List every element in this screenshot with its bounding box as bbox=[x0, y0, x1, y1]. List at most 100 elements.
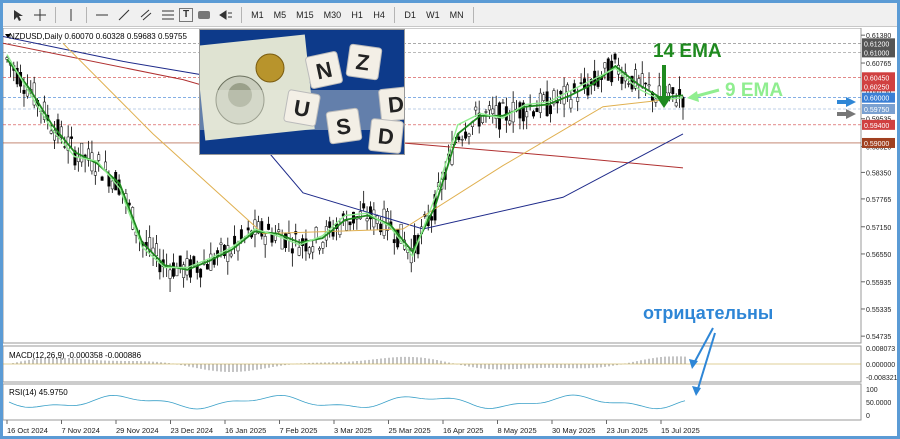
letter-tile: S bbox=[325, 107, 363, 145]
candle-body bbox=[532, 111, 535, 117]
candle-body bbox=[559, 90, 563, 95]
price-tick-label: 0.55335 bbox=[866, 307, 891, 314]
date-label: 7 Nov 2024 bbox=[62, 426, 100, 435]
macd-axis-label: 0.008073 bbox=[866, 346, 895, 353]
candle-body bbox=[667, 84, 671, 94]
candle-body bbox=[205, 264, 209, 270]
price-tag-label: 0.60000 bbox=[864, 96, 889, 103]
crosshair-tool-icon[interactable] bbox=[29, 5, 51, 25]
vertical-line-tool-icon[interactable] bbox=[60, 5, 82, 25]
date-label: 16 Jan 2025 bbox=[225, 426, 266, 435]
chart-window: T M1 M5 M15 M30 H1 H4 D1 W1 MN 0.61380 0.… bbox=[0, 0, 900, 439]
rsi-label: RSI(14) 45.9750 bbox=[9, 388, 68, 397]
candle-body bbox=[681, 97, 685, 108]
nzd-usd-photo: NZDUSD bbox=[199, 29, 405, 155]
price-tag-label: 0.61200 bbox=[864, 41, 889, 48]
candle-body bbox=[613, 53, 617, 60]
timeframe-m30[interactable]: M30 bbox=[319, 5, 347, 25]
price-tick-label: 0.55935 bbox=[866, 280, 891, 287]
candle-body bbox=[263, 236, 267, 245]
candle-body bbox=[321, 242, 325, 249]
price-tick-label: 0.57765 bbox=[866, 197, 891, 204]
macd-axis-label: -0.008321 bbox=[866, 375, 897, 382]
candle-body bbox=[576, 96, 580, 102]
timeframe-mn[interactable]: MN bbox=[445, 5, 469, 25]
date-label: 8 May 2025 bbox=[498, 426, 537, 435]
timeframe-h4[interactable]: H4 bbox=[368, 5, 390, 25]
date-label: 15 Jul 2025 bbox=[661, 426, 700, 435]
date-label: 7 Feb 2025 bbox=[280, 426, 318, 435]
timeframe-m5[interactable]: M5 bbox=[269, 5, 292, 25]
annotation-negative: отрицательны bbox=[643, 303, 773, 323]
channel-tool-icon[interactable] bbox=[135, 5, 157, 25]
candle-body bbox=[219, 242, 223, 245]
candle-body bbox=[501, 102, 505, 104]
candle-body bbox=[379, 223, 383, 233]
candle-body bbox=[518, 102, 522, 119]
price-tags: 0.61200 0.61000 0.60450 0.60250 0.60000 0.597… bbox=[862, 38, 895, 148]
candle-body bbox=[603, 62, 607, 69]
trendline-tool-icon[interactable] bbox=[113, 5, 135, 25]
toolbar: T M1 M5 M15 M30 H1 H4 D1 W1 MN bbox=[3, 3, 897, 27]
text-tool-icon[interactable]: T bbox=[179, 7, 194, 22]
candle-body bbox=[104, 161, 107, 171]
candle-body bbox=[484, 111, 488, 113]
candle-body bbox=[674, 102, 678, 107]
candle-body bbox=[549, 105, 552, 115]
timeframe-m1[interactable]: M1 bbox=[246, 5, 269, 25]
horizontal-line-tool-icon[interactable] bbox=[91, 5, 113, 25]
price-tag-label: 0.60450 bbox=[864, 75, 889, 82]
price-tick-label: 0.54735 bbox=[866, 334, 891, 341]
candle-body bbox=[260, 221, 264, 237]
candle-body bbox=[246, 227, 250, 231]
date-label: 25 Mar 2025 bbox=[389, 426, 431, 435]
candle-body bbox=[467, 133, 471, 137]
candle-body bbox=[318, 248, 321, 251]
price-tag-label: 0.59000 bbox=[864, 141, 889, 148]
candle-body bbox=[22, 89, 26, 94]
label-tool-icon[interactable] bbox=[193, 5, 215, 25]
candle-body bbox=[172, 262, 175, 277]
fibonacci-tool-icon[interactable] bbox=[157, 5, 179, 25]
candle-body bbox=[233, 235, 237, 245]
date-label: 16 Oct 2024 bbox=[7, 426, 48, 435]
date-label: 29 Nov 2024 bbox=[116, 426, 159, 435]
date-label: 23 Jun 2025 bbox=[607, 426, 648, 435]
timeframe-w1[interactable]: W1 bbox=[421, 5, 445, 25]
candle-body bbox=[345, 220, 349, 231]
candle-body bbox=[606, 58, 610, 81]
price-tick-label: 0.56550 bbox=[866, 252, 891, 259]
cursor-tool-icon[interactable] bbox=[7, 5, 29, 25]
price-tag-label: 0.59750 bbox=[864, 107, 889, 114]
candle-body bbox=[290, 248, 294, 254]
candle-body bbox=[93, 171, 97, 176]
macd-label: MACD(12,26,9) -0.000358 -0.000886 bbox=[9, 351, 142, 360]
candle-body bbox=[392, 239, 396, 244]
candle-body bbox=[229, 253, 233, 257]
candle-body bbox=[314, 227, 318, 239]
candle-body bbox=[481, 116, 485, 123]
timeframe-d1[interactable]: D1 bbox=[399, 5, 421, 25]
candle-body bbox=[209, 253, 213, 271]
chart-area[interactable]: 0.613800.607650.601500.595350.589200.583… bbox=[3, 27, 897, 436]
candle-body bbox=[487, 105, 491, 111]
candle-body bbox=[627, 83, 631, 85]
date-label: 23 Dec 2024 bbox=[171, 426, 214, 435]
date-axis: 16 Oct 2024 7 Nov 2024 29 Nov 2024 23 Dec 2… bbox=[6, 420, 700, 435]
candle-body bbox=[460, 139, 464, 141]
letter-tile: N bbox=[305, 51, 343, 89]
main-pane bbox=[3, 27, 862, 344]
timeframe-h1[interactable]: H1 bbox=[346, 5, 368, 25]
candle-body bbox=[168, 269, 172, 279]
candle-body bbox=[508, 120, 512, 125]
letter-tile: Z bbox=[345, 43, 383, 81]
price-chart[interactable]: 0.613800.607650.601500.595350.589200.583… bbox=[3, 27, 897, 436]
candle-body bbox=[199, 268, 203, 278]
macd-axis-label: 0.000000 bbox=[866, 362, 895, 369]
date-label: 30 May 2025 bbox=[552, 426, 595, 435]
arrow-tool-icon[interactable] bbox=[215, 5, 237, 25]
candle-body bbox=[97, 154, 101, 161]
candle-body bbox=[610, 60, 614, 83]
timeframe-m15[interactable]: M15 bbox=[291, 5, 319, 25]
price-tick-label: 0.60765 bbox=[866, 61, 891, 68]
